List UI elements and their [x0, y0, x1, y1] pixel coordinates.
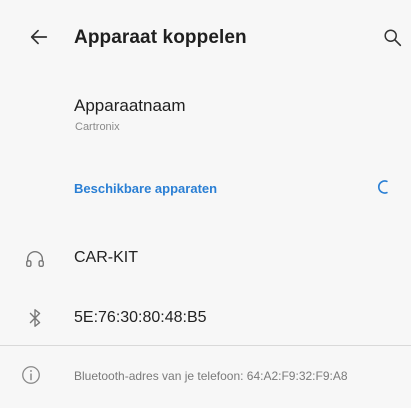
page-title: Apparaat koppelen	[74, 27, 247, 48]
search-icon	[382, 27, 404, 54]
divider	[0, 345, 411, 346]
app-bar: Apparaat koppelen	[0, 0, 411, 78]
device-name-label: Apparaatnaam	[74, 96, 186, 115]
bluetooth-icon	[24, 307, 46, 329]
device-name-value: Cartronix	[75, 121, 120, 133]
device-label: 5E:76:30:80:48:B5	[74, 309, 207, 326]
arrow-left-icon	[28, 26, 50, 53]
search-button[interactable]	[380, 27, 406, 53]
device-label: CAR-KIT	[74, 249, 138, 266]
back-button[interactable]	[26, 26, 52, 52]
info-icon	[20, 364, 42, 386]
device-name-row[interactable]	[0, 84, 411, 154]
loading-spinner-icon	[374, 176, 396, 198]
bluetooth-address-text: Bluetooth-adres van je telefoon: 64:A2:F…	[74, 369, 348, 383]
headphones-icon	[24, 248, 46, 270]
device-item-car-kit[interactable]	[0, 234, 411, 282]
available-devices-title: Beschikbare apparaten	[74, 181, 218, 196]
pair-device-screen: Apparaat koppelen Apparaatnaam Cartronix…	[0, 0, 411, 408]
